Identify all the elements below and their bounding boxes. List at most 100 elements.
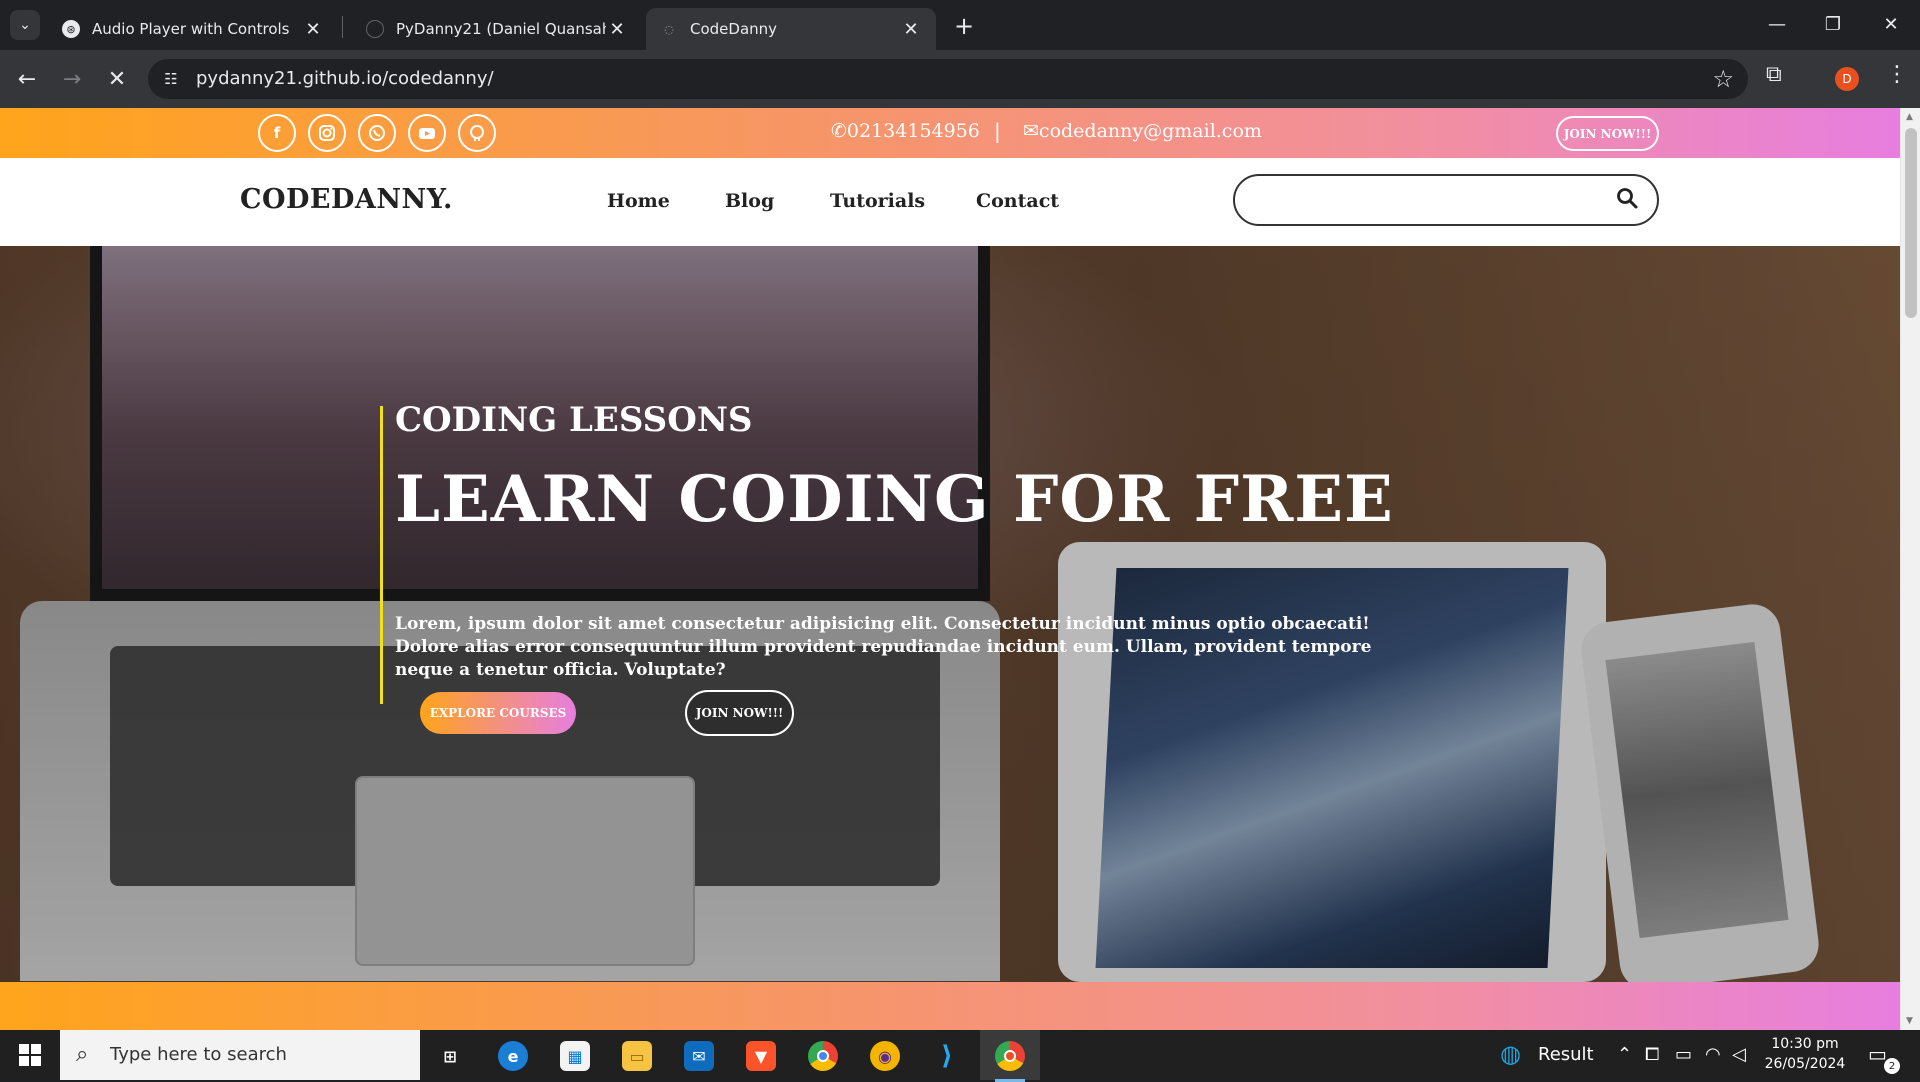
show-hidden-icons-icon[interactable]: ⌃ xyxy=(1617,1044,1632,1065)
edge-icon: e xyxy=(498,1041,528,1071)
profile-avatar[interactable]: D xyxy=(1835,67,1859,91)
chrome-icon xyxy=(808,1041,838,1071)
tab-pydanny21[interactable]: PyDanny21 (Daniel Quansah) ✕ xyxy=(352,8,642,50)
taskbar-vpn[interactable]: ◉ xyxy=(860,1036,910,1076)
url-text: pydanny21.github.io/codedanny/ xyxy=(196,68,494,89)
taskbar-chrome[interactable] xyxy=(798,1036,848,1076)
battery-icon[interactable]: ▭ xyxy=(1675,1044,1692,1065)
task-view-icon: ⊞ xyxy=(443,1046,457,1066)
scroll-up-icon[interactable]: ▲ xyxy=(1906,112,1916,122)
phone-contact[interactable]: ✆02134154956 xyxy=(831,120,980,142)
whatsapp-icon[interactable] xyxy=(358,114,396,152)
page-viewport: f ✆02134154956 | ✉codedanny@gmail.com JO… xyxy=(0,108,1920,1030)
search-icon: ⌕ xyxy=(76,1042,89,1067)
browser-tabstrip: ⌄ ⊛ Audio Player with Controls ✕ PyDanny… xyxy=(0,0,1920,50)
nav-link-contact[interactable]: Contact xyxy=(976,190,1059,212)
close-icon[interactable]: ✕ xyxy=(302,19,324,40)
close-icon[interactable]: ✕ xyxy=(900,19,922,40)
store-icon: ▦ xyxy=(560,1041,590,1071)
browser-toolbar: ← → ✕ ☷ pydanny21.github.io/codedanny/ ☆ xyxy=(0,50,1920,108)
taskbar-search-placeholder: Type here to search xyxy=(110,1044,287,1065)
tab-codedanny[interactable]: ◌ CodeDanny ✕ xyxy=(646,8,936,50)
clock-date: 26/05/2024 xyxy=(1764,1056,1846,1072)
email-contact[interactable]: ✉codedanny@gmail.com xyxy=(1023,120,1262,142)
phone-icon: ✆ xyxy=(831,120,847,142)
tab-title: PyDanny21 (Daniel Quansah) xyxy=(396,20,606,38)
brave-icon: ▼ xyxy=(746,1041,776,1071)
tab-search-button[interactable]: ⌄ xyxy=(10,10,40,40)
nav-link-blog[interactable]: Blog xyxy=(725,190,774,212)
email-address: codedanny@gmail.com xyxy=(1038,120,1262,142)
taskbar-vscode[interactable]: ⟩ xyxy=(922,1036,972,1076)
nav-link-tutorials[interactable]: Tutorials xyxy=(830,190,925,212)
instagram-icon[interactable] xyxy=(308,114,346,152)
volume-icon[interactable]: ◁ xyxy=(1732,1044,1746,1065)
taskbar-store[interactable]: ▦ xyxy=(550,1036,600,1076)
taskbar-search-box[interactable]: ⌕ Type here to search xyxy=(60,1030,420,1080)
system-clock[interactable]: 10:30 pm 26/05/2024 xyxy=(1750,1034,1860,1074)
youtube-icon[interactable] xyxy=(408,114,446,152)
hero-title: LEARN CODING FOR FREE xyxy=(395,462,1394,537)
hero-description: Lorem, ipsum dolor sit amet consectetur … xyxy=(395,614,1372,680)
forward-button[interactable]: → xyxy=(55,62,89,96)
hero-subtitle: CODING LESSONS xyxy=(395,400,753,440)
spinner-icon: ◌ xyxy=(664,22,674,36)
search-input[interactable] xyxy=(1233,174,1659,226)
close-window-button[interactable]: ✕ xyxy=(1868,8,1914,40)
tab-audio-player[interactable]: ⊛ Audio Player with Controls ✕ xyxy=(48,8,338,50)
taskbar-mail[interactable]: ✉ xyxy=(674,1036,724,1076)
loading-icon xyxy=(366,20,384,38)
windows-logo-icon xyxy=(19,1044,41,1066)
tab-separator xyxy=(342,16,343,38)
stop-loading-button[interactable]: ✕ xyxy=(100,62,134,96)
bookmark-star-icon[interactable]: ☆ xyxy=(1712,65,1734,93)
join-now-top-button[interactable]: JOIN NOW!!! xyxy=(1556,116,1659,151)
taskbar-brave[interactable]: ▼ xyxy=(736,1036,786,1076)
shield-icon: ◉ xyxy=(870,1041,900,1071)
github-icon[interactable] xyxy=(458,114,496,152)
taskbar-chrome-profile[interactable] xyxy=(985,1036,1035,1082)
tab-title: Audio Player with Controls xyxy=(92,20,290,38)
mail-icon: ✉ xyxy=(684,1041,714,1071)
page-scrollbar[interactable]: ▲ ▼ xyxy=(1900,108,1920,1030)
folder-icon: ▭ xyxy=(622,1041,652,1071)
taskbar-edge[interactable]: e xyxy=(488,1036,538,1076)
envelope-icon: ✉ xyxy=(1023,120,1039,142)
task-view-button[interactable]: ⊞ xyxy=(425,1036,475,1076)
join-now-hero-button[interactable]: JOIN NOW!!! xyxy=(685,690,794,736)
wifi-icon[interactable]: ◠ xyxy=(1705,1044,1721,1065)
scrollbar-thumb[interactable] xyxy=(1905,128,1917,318)
extensions-icon[interactable]: ⧉ xyxy=(1766,62,1782,87)
scroll-down-icon[interactable]: ▼ xyxy=(1906,1016,1916,1026)
new-tab-button[interactable]: + xyxy=(950,12,978,40)
phone-number: 02134154956 xyxy=(846,120,980,142)
section-gradient-band xyxy=(0,982,1900,1030)
vscode-icon: ⟩ xyxy=(941,1041,953,1071)
weather-label[interactable]: Result xyxy=(1538,1044,1594,1065)
explore-courses-button[interactable]: EXPLORE COURSES xyxy=(420,692,576,734)
facebook-icon[interactable]: f xyxy=(258,114,296,152)
chrome-icon xyxy=(995,1041,1025,1071)
browser-menu-icon[interactable]: ⋮ xyxy=(1886,62,1908,87)
notification-badge: 2 xyxy=(1884,1058,1900,1074)
main-navbar: CODEDANNY. Home Blog Tutorials Contact xyxy=(0,158,1900,246)
tab-title: CodeDanny xyxy=(690,20,778,38)
openai-icon: ⊛ xyxy=(62,20,80,38)
back-button[interactable]: ← xyxy=(10,62,44,96)
contact-separator: | xyxy=(994,119,1001,143)
taskbar-file-explorer[interactable]: ▭ xyxy=(612,1036,662,1076)
start-button[interactable] xyxy=(0,1030,60,1080)
clock-time: 10:30 pm xyxy=(1771,1036,1839,1052)
close-icon[interactable]: ✕ xyxy=(606,19,628,40)
windows-taskbar: ⌕ Type here to search ⊞ e ▦ ▭ ✉ ▼ ◉ ⟩ ◍ … xyxy=(0,1030,1920,1082)
minimize-button[interactable]: — xyxy=(1754,8,1800,40)
weather-icon[interactable]: ◍ xyxy=(1500,1040,1521,1068)
address-bar[interactable]: ☷ pydanny21.github.io/codedanny/ ☆ xyxy=(148,59,1748,99)
restore-button[interactable]: ❐ xyxy=(1810,8,1856,40)
search-icon[interactable] xyxy=(1615,186,1639,210)
site-logo[interactable]: CODEDANNY. xyxy=(240,184,453,215)
site-info-icon[interactable]: ☷ xyxy=(160,68,182,90)
hero-accent-bar xyxy=(380,406,383,704)
nav-link-home[interactable]: Home xyxy=(607,190,670,212)
meet-now-icon[interactable]: ⧠ xyxy=(1645,1044,1659,1065)
